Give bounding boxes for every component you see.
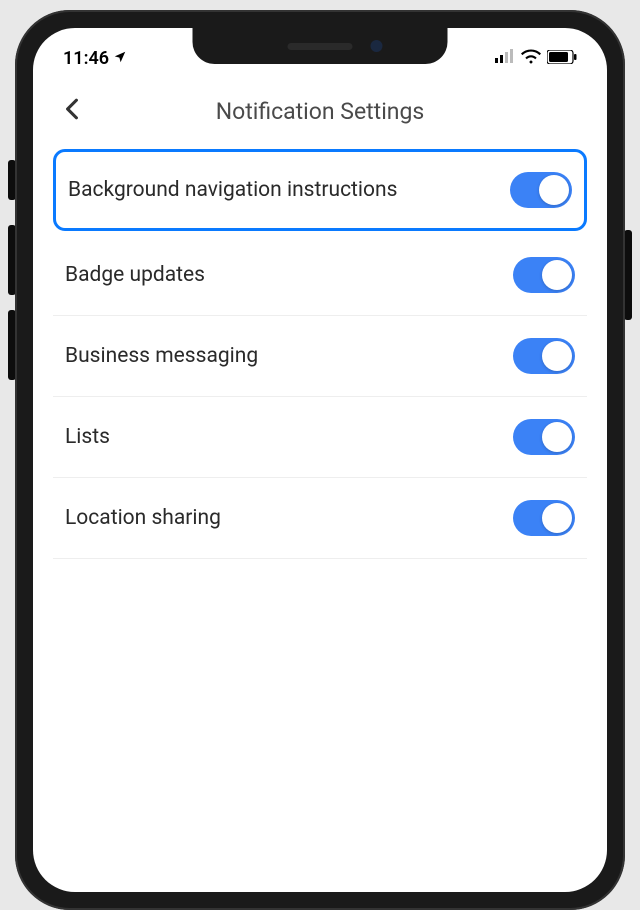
setting-label: Lists	[65, 425, 110, 449]
nav-header: Notification Settings	[33, 78, 607, 144]
setting-label: Business messaging	[65, 344, 258, 368]
phone-frame: 11:46	[15, 10, 625, 910]
setting-business-messaging[interactable]: Business messaging	[53, 316, 587, 397]
screen: 11:46	[33, 28, 607, 892]
toggle-switch[interactable]	[513, 419, 575, 455]
toggle-switch[interactable]	[513, 338, 575, 374]
toggle-switch[interactable]	[513, 500, 575, 536]
front-camera	[371, 40, 383, 52]
toggle-switch[interactable]	[513, 257, 575, 293]
back-button[interactable]	[57, 96, 87, 126]
setting-label: Badge updates	[65, 263, 205, 287]
status-time: 11:46	[63, 48, 109, 69]
settings-list: Background navigation instructions Badge…	[33, 144, 607, 559]
setting-badge-updates[interactable]: Badge updates	[53, 235, 587, 316]
battery-icon	[547, 48, 577, 69]
cellular-signal-icon	[495, 48, 515, 69]
setting-background-nav[interactable]: Background navigation instructions	[53, 149, 587, 231]
setting-lists[interactable]: Lists	[53, 397, 587, 478]
setting-label: Location sharing	[65, 506, 221, 530]
speaker	[288, 43, 353, 50]
setting-label: Background navigation instructions	[68, 178, 397, 202]
toggle-switch[interactable]	[510, 172, 572, 208]
wifi-icon	[521, 48, 541, 69]
power-button	[624, 230, 632, 320]
chevron-left-icon	[65, 98, 79, 124]
notch	[193, 28, 448, 64]
page-title: Notification Settings	[216, 98, 425, 125]
location-arrow-icon	[113, 48, 127, 69]
setting-location-sharing[interactable]: Location sharing	[53, 478, 587, 559]
